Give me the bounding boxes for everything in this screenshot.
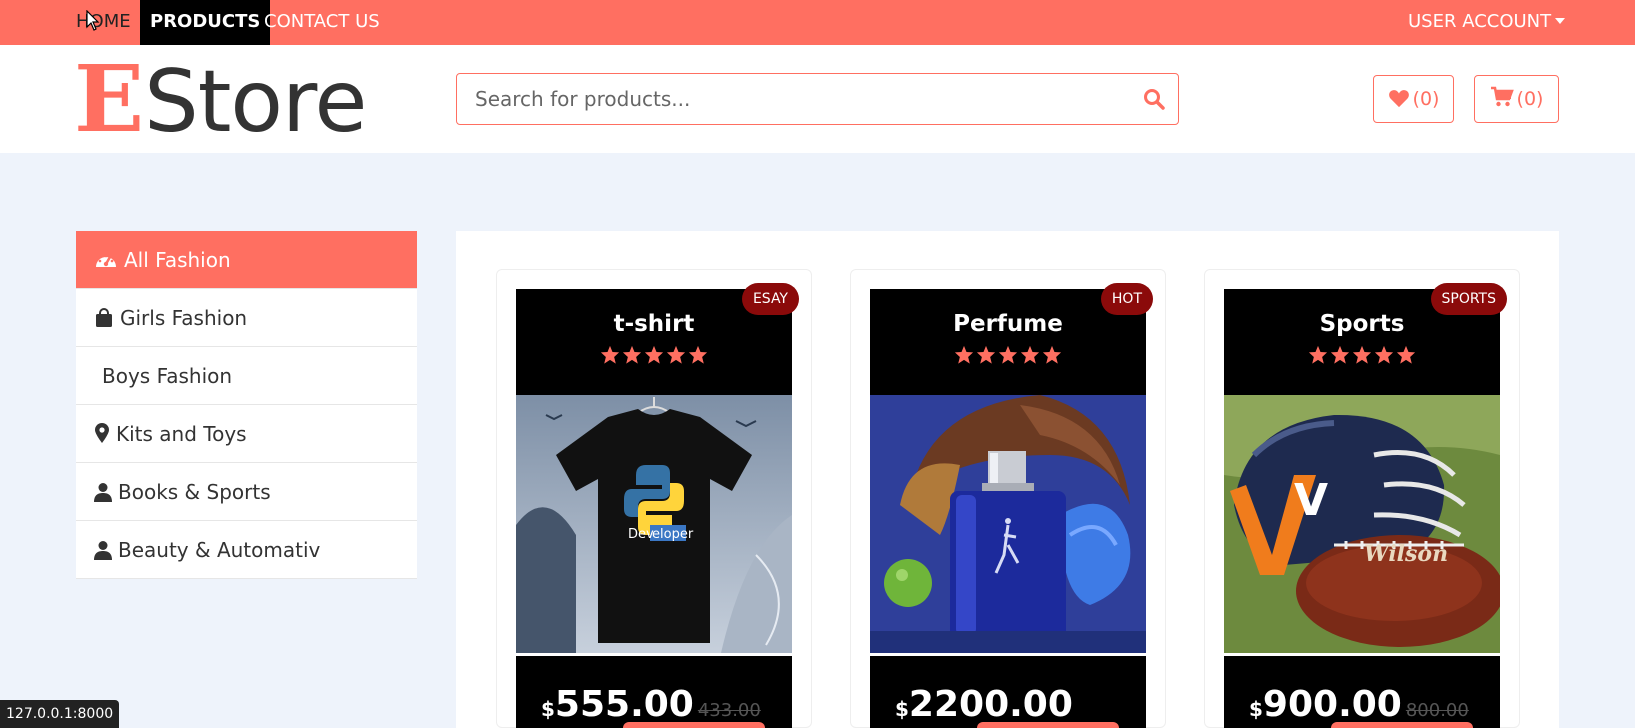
add-to-cart-button[interactable] (623, 722, 765, 728)
product-old-price: 800.00 (1405, 700, 1469, 721)
star-icon (976, 345, 996, 364)
product-card[interactable]: Sports SPORTS V Wilson $900.00 800.00 (1204, 269, 1520, 728)
sidebar-item-kits-and-toys[interactable]: Kits and Toys (76, 405, 417, 463)
star-icon (1020, 345, 1040, 364)
cart-count: (0) (1516, 88, 1544, 110)
wishlist-button[interactable]: (0) (1373, 75, 1454, 123)
product-price-bar: $2200.00 (870, 656, 1146, 728)
sidebar-item-label: Kits and Toys (116, 422, 247, 446)
star-icon (1308, 345, 1328, 364)
star-icon (666, 345, 686, 364)
product-image[interactable] (870, 395, 1146, 653)
product-old-price: 433.00 (697, 700, 761, 721)
user-icon (94, 483, 112, 502)
product-image[interactable]: V Wilson (1224, 395, 1500, 653)
product-badge: ESAY (741, 283, 799, 315)
star-icon (998, 345, 1018, 364)
product-title[interactable]: Perfume (870, 311, 1146, 337)
product-price: $900.00 800.00 (1249, 684, 1469, 725)
star-icon (1352, 345, 1372, 364)
user-icon (94, 541, 112, 560)
site-header: EStore (0) (0) (0, 45, 1635, 153)
helmet-letter: V (1294, 475, 1328, 526)
rating-stars (870, 345, 1146, 368)
search-input[interactable] (475, 74, 1115, 124)
sidebar-item-label: Boys Fashion (102, 364, 233, 388)
caret-down-icon (1555, 18, 1566, 24)
shopping-cart-icon (1490, 86, 1514, 107)
product-price-bar: $900.00 800.00 (1224, 656, 1500, 728)
sidebar-item-all-fashion[interactable]: All Fashion (76, 231, 417, 289)
estore-logo[interactable]: EStore (74, 49, 367, 176)
wishlist-count: (0) (1412, 88, 1440, 110)
top-navbar: HOME PRODUCTS CONTACT US USER ACCOUNT (0, 0, 1635, 45)
product-card[interactable]: t-shirt ESAY Dev eloper $555.00 433.00 (496, 269, 812, 728)
user-account-dropdown[interactable]: USER ACCOUNT (1398, 0, 1575, 45)
ball-brand: Wilson (1364, 541, 1448, 567)
star-icon (954, 345, 974, 364)
user-account-label: USER ACCOUNT (1408, 11, 1552, 32)
star-icon (622, 345, 642, 364)
product-badge: HOT (1100, 283, 1153, 315)
add-to-cart-button[interactable] (1331, 722, 1473, 728)
add-to-cart-button[interactable] (977, 722, 1119, 728)
map-marker-icon (95, 423, 109, 443)
shopping-bag-icon (96, 308, 112, 327)
cart-button[interactable]: (0) (1474, 75, 1559, 123)
product-title[interactable]: t-shirt (516, 311, 792, 337)
sidebar-item-label: Books & Sports (118, 480, 271, 504)
sidebar-item-label: All Fashion (124, 248, 231, 272)
product-price: $2200.00 (895, 684, 1073, 725)
dashboard-icon (96, 254, 116, 267)
sidebar-item-label: Beauty & Automativ (118, 538, 321, 562)
star-icon (1374, 345, 1394, 364)
sidebar-item-label: Girls Fashion (120, 306, 248, 330)
mouse-cursor-icon (86, 10, 100, 31)
nav-products-link[interactable]: PRODUCTS (140, 0, 271, 45)
star-icon (644, 345, 664, 364)
nav-home-link[interactable]: HOME (66, 0, 141, 45)
product-image[interactable]: Dev eloper (516, 395, 792, 653)
star-icon (1396, 345, 1416, 364)
rating-stars (1224, 345, 1500, 368)
nav-contact-link[interactable]: CONTACT US (254, 0, 390, 45)
product-badge: SPORTS (1430, 283, 1507, 315)
browser-status-url: 127.0.0.1:8000 (0, 700, 120, 728)
sidebar-item-girls-fashion[interactable]: Girls Fashion (76, 289, 417, 347)
product-price: $555.00 433.00 (541, 684, 761, 725)
sidebar-item-boys-fashion[interactable]: Boys Fashion (76, 347, 417, 405)
star-icon (600, 345, 620, 364)
shirt-text-eloper: eloper (652, 527, 694, 542)
category-sidebar: All Fashion Girls Fashion Boys Fashion K… (76, 231, 417, 579)
shirt-text-dev: Dev (628, 527, 654, 542)
star-icon (1042, 345, 1062, 364)
sidebar-item-beauty-automativ[interactable]: Beauty & Automativ (76, 521, 417, 579)
rating-stars (516, 345, 792, 368)
search-icon[interactable] (1142, 87, 1166, 111)
star-icon (688, 345, 708, 364)
heart-icon (1388, 90, 1409, 108)
search-box (456, 73, 1179, 125)
sidebar-item-books-sports[interactable]: Books & Sports (76, 463, 417, 521)
product-price-bar: $555.00 433.00 (516, 656, 792, 728)
star-icon (1330, 345, 1350, 364)
product-card[interactable]: Perfume HOT $2200.00 (850, 269, 1166, 728)
